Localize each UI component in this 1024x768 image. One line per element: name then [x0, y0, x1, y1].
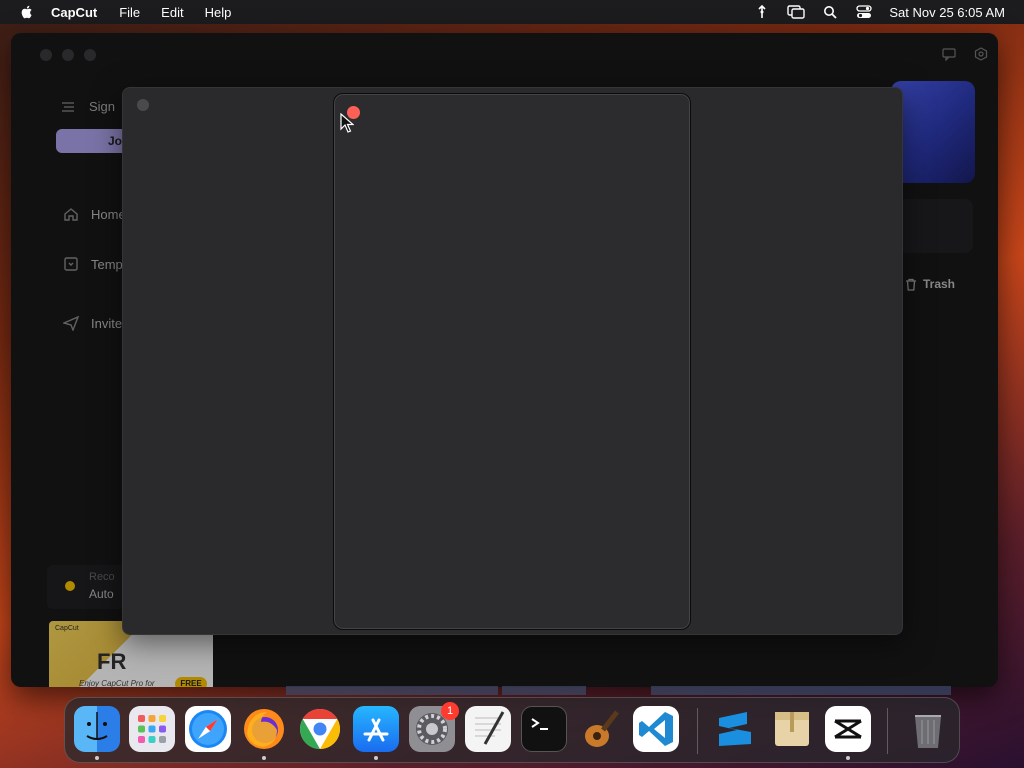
media-strip: [286, 686, 498, 695]
finder-icon[interactable]: [74, 706, 120, 752]
modal-outer-close-button[interactable]: [137, 99, 149, 111]
running-indicator: [374, 756, 378, 760]
apple-logo-icon[interactable]: [19, 4, 35, 20]
garageband-icon[interactable]: [577, 706, 623, 752]
trash-icon[interactable]: [905, 706, 951, 752]
dock-separator: [697, 708, 698, 754]
spotlight-search-icon[interactable]: [821, 4, 839, 20]
launchpad-icon[interactable]: [129, 706, 175, 752]
running-indicator: [262, 756, 266, 760]
archive-utility-icon[interactable]: [769, 706, 815, 752]
dock-separator: [887, 708, 888, 754]
terminal-icon[interactable]: [521, 706, 567, 752]
menu-edit[interactable]: Edit: [161, 5, 183, 20]
safari-icon[interactable]: [185, 706, 231, 752]
notification-badge: 1: [441, 702, 459, 720]
chrome-icon[interactable]: [297, 706, 343, 752]
modal-dialog-inner: [333, 93, 691, 630]
capcut-icon[interactable]: [825, 706, 871, 752]
antenna-icon[interactable]: [753, 4, 771, 20]
app-store-icon[interactable]: [353, 706, 399, 752]
vscode-icon[interactable]: [633, 706, 679, 752]
menu-help[interactable]: Help: [205, 5, 232, 20]
control-center-icon[interactable]: [855, 4, 873, 20]
firefox-icon[interactable]: [241, 706, 287, 752]
textedit-icon[interactable]: [465, 706, 511, 752]
mouse-cursor-icon: [340, 113, 354, 133]
menu-clock[interactable]: Sat Nov 25 6:05 AM: [889, 5, 1005, 20]
system-settings-icon[interactable]: 1: [409, 702, 459, 752]
dock: 1: [64, 697, 960, 763]
menu-bar: CapCut File Edit Help Sat Nov 25 6:05 AM: [0, 0, 1024, 24]
menu-app-name[interactable]: CapCut: [51, 5, 97, 20]
media-strip: [502, 686, 586, 695]
running-indicator: [95, 756, 99, 760]
screen-mirroring-icon[interactable]: [787, 4, 806, 20]
sketchbook-icon[interactable]: [711, 706, 757, 752]
menu-file[interactable]: File: [119, 5, 140, 20]
media-strip: [651, 686, 951, 695]
running-indicator: [846, 756, 850, 760]
